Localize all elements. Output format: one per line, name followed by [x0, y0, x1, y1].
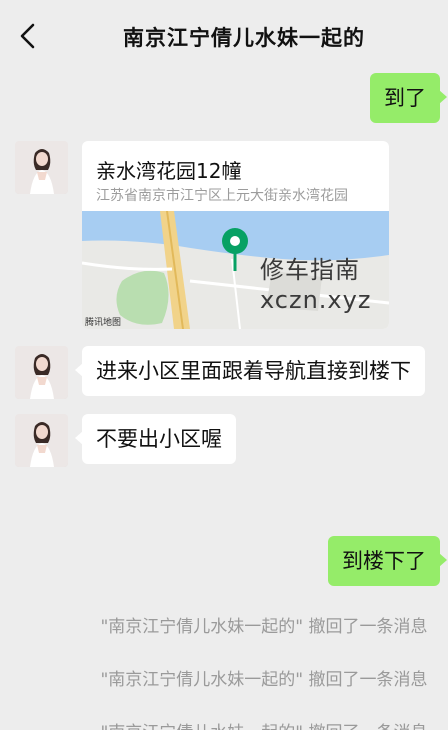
- recall-notice: "南京江宁倩儿水妹一起的" 撤回了一条消息: [100, 670, 428, 690]
- contact-photo: [15, 414, 68, 467]
- location-name: 亲水湾花园12幢: [96, 159, 242, 183]
- map-credit: 腾讯地图: [85, 318, 122, 328]
- message-bubble-outgoing[interactable]: 到了: [370, 73, 447, 123]
- chat-header: 南京江宁倩儿水妹一起的: [0, 0, 448, 70]
- chat-title[interactable]: 南京江宁倩儿水妹一起的: [60, 22, 428, 52]
- recall-notice: "南京江宁倩儿水妹一起的" 撤回了一条消息: [100, 617, 428, 637]
- location-card[interactable]: 亲水湾花园12幢 江苏省南京市江宁区上元大街亲水湾花园 修车指南 xczn.xy…: [82, 141, 389, 329]
- contact-photo: [15, 346, 68, 399]
- watermark: 修车指南 xczn.xyz: [260, 256, 372, 314]
- recall-notice: "南京江宁倩儿水妹一起的" 撤回了一条消息: [0, 718, 448, 730]
- contact-photo: [15, 141, 68, 194]
- back-button[interactable]: [14, 20, 42, 52]
- avatar[interactable]: [15, 414, 68, 467]
- avatar[interactable]: [15, 346, 68, 399]
- map-preview[interactable]: 修车指南 xczn.xyz 腾讯地图: [82, 211, 389, 329]
- chevron-left-icon: [20, 23, 35, 49]
- avatar[interactable]: [15, 141, 68, 194]
- message-bubble-incoming[interactable]: 进来小区里面跟着导航直接到楼下: [75, 346, 425, 396]
- location-address: 江苏省南京市江宁区上元大街亲水湾花园: [96, 188, 348, 204]
- message-bubble-outgoing[interactable]: 到楼下了: [328, 536, 447, 586]
- message-bubble-incoming[interactable]: 不要出小区喔: [75, 414, 236, 464]
